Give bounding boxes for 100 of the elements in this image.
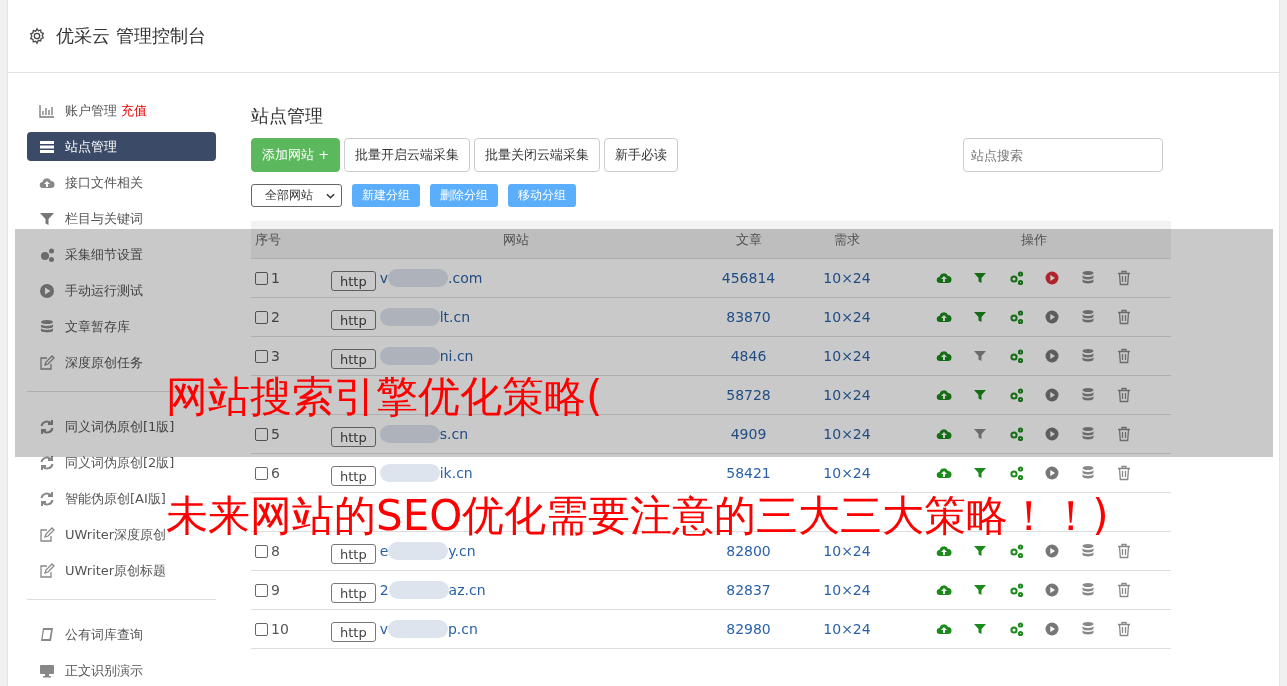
domain-link[interactable]: ik.cn bbox=[439, 465, 473, 481]
cloud-upload-icon[interactable] bbox=[936, 543, 952, 559]
filter-icon[interactable] bbox=[972, 270, 988, 286]
filter-icon[interactable] bbox=[972, 309, 988, 325]
filter-icon[interactable] bbox=[972, 426, 988, 442]
play-icon[interactable] bbox=[1044, 348, 1060, 364]
trash-icon[interactable] bbox=[1116, 582, 1132, 598]
play-icon[interactable] bbox=[1044, 465, 1060, 481]
database-icon[interactable] bbox=[1080, 309, 1096, 325]
sidebar-item[interactable]: 采集细节设置 bbox=[27, 240, 216, 269]
play-icon[interactable] bbox=[1044, 387, 1060, 403]
database-icon[interactable] bbox=[1080, 543, 1096, 559]
row-checkbox[interactable] bbox=[255, 427, 268, 441]
filter-icon[interactable] bbox=[972, 543, 988, 559]
gears-icon[interactable] bbox=[1008, 582, 1024, 598]
database-icon[interactable] bbox=[1080, 387, 1096, 403]
cloud-upload-icon[interactable] bbox=[936, 270, 952, 286]
domain-link[interactable]: lt.cn bbox=[439, 309, 471, 325]
gears-icon[interactable] bbox=[1008, 621, 1024, 637]
trash-icon[interactable] bbox=[1116, 426, 1132, 442]
trash-icon[interactable] bbox=[1116, 270, 1132, 286]
gears-icon[interactable] bbox=[1008, 543, 1024, 559]
toolbar-button[interactable]: 批量开启云端采集 bbox=[344, 138, 471, 172]
domain-link[interactable]: ni.cn bbox=[439, 348, 474, 364]
row-checkbox[interactable] bbox=[255, 622, 268, 636]
sidebar-item[interactable]: 手动运行测试 bbox=[27, 276, 216, 305]
database-icon[interactable] bbox=[1080, 270, 1096, 286]
trash-icon[interactable] bbox=[1116, 543, 1132, 559]
database-icon[interactable] bbox=[1080, 465, 1096, 481]
row-checkbox[interactable] bbox=[255, 544, 268, 558]
sidebar-item[interactable]: 文章暂存库 bbox=[27, 312, 216, 341]
play-icon[interactable] bbox=[1044, 270, 1060, 286]
gears-icon[interactable] bbox=[1008, 387, 1024, 403]
gears-icon[interactable] bbox=[1008, 348, 1024, 364]
settings-icon bbox=[28, 27, 46, 45]
domain-link[interactable]: .com bbox=[448, 270, 483, 286]
sidebar-item[interactable]: 站点管理 bbox=[27, 132, 216, 161]
database-icon[interactable] bbox=[1080, 582, 1096, 598]
domain-link[interactable]: e bbox=[379, 543, 389, 559]
cloud-upload-icon[interactable] bbox=[936, 309, 952, 325]
database-icon[interactable] bbox=[1080, 426, 1096, 442]
cloud-upload-icon[interactable] bbox=[936, 426, 952, 442]
sidebar-item[interactable]: 栏目与关键词 bbox=[27, 204, 216, 233]
row-checkbox[interactable] bbox=[255, 583, 268, 597]
demand-value: 10×24 bbox=[823, 465, 871, 481]
gears-icon[interactable] bbox=[1008, 270, 1024, 286]
filter-icon[interactable] bbox=[972, 348, 988, 364]
gears-icon[interactable] bbox=[1008, 465, 1024, 481]
play-icon[interactable] bbox=[1044, 309, 1060, 325]
row-checkbox[interactable] bbox=[255, 271, 268, 285]
gears-icon[interactable] bbox=[1008, 426, 1024, 442]
domain-link[interactable]: 2 bbox=[379, 582, 389, 598]
cloud-upload-icon[interactable] bbox=[936, 582, 952, 598]
demand-value: 10×24 bbox=[823, 309, 871, 325]
demand-value: 10×24 bbox=[823, 348, 871, 364]
trash-icon[interactable] bbox=[1116, 348, 1132, 364]
search-field[interactable]: 站点搜索 bbox=[963, 138, 1163, 172]
play-icon[interactable] bbox=[1044, 582, 1060, 598]
sidebar-item[interactable]: 接口文件相关 bbox=[27, 168, 216, 197]
filter-icon[interactable] bbox=[972, 582, 988, 598]
domain-link[interactable]: p.cn bbox=[448, 621, 478, 637]
domain-link[interactable]: y.cn bbox=[448, 543, 476, 559]
play-icon[interactable] bbox=[1044, 543, 1060, 559]
row-checkbox[interactable] bbox=[255, 466, 268, 480]
cloud-upload-icon[interactable] bbox=[936, 465, 952, 481]
trash-icon[interactable] bbox=[1116, 621, 1132, 637]
domain-link[interactable]: v bbox=[379, 270, 388, 286]
play-icon[interactable] bbox=[1044, 426, 1060, 442]
recharge-link[interactable]: 充值 bbox=[121, 101, 147, 120]
gears-icon[interactable] bbox=[1008, 309, 1024, 325]
database-icon[interactable] bbox=[1080, 348, 1096, 364]
sidebar-item[interactable]: 账户管理 充值 bbox=[27, 96, 216, 125]
trash-icon[interactable] bbox=[1116, 465, 1132, 481]
toolbar-button[interactable]: 新手必读 bbox=[604, 138, 679, 172]
database-icon[interactable] bbox=[1080, 621, 1096, 637]
article-count: 456814 bbox=[721, 270, 776, 286]
demand-value: 10×24 bbox=[823, 426, 871, 442]
toolbar-button[interactable]: 批量关闭云端采集 bbox=[474, 138, 601, 172]
play-icon[interactable] bbox=[1044, 621, 1060, 637]
sidebar-item[interactable]: 深度原创任务 bbox=[27, 348, 216, 377]
trash-icon[interactable] bbox=[1116, 309, 1132, 325]
group-select[interactable]: 全部网站 bbox=[251, 184, 342, 207]
sidebar-item[interactable]: UWriter原创标题 bbox=[27, 556, 216, 585]
sidebar-item[interactable]: 公有词库查询 bbox=[27, 620, 216, 649]
column-header: 操作 bbox=[1020, 230, 1048, 249]
sidebar-item[interactable]: 同义词伪原创[2版] bbox=[27, 448, 216, 477]
demand-value: 10×24 bbox=[823, 387, 871, 403]
trash-icon[interactable] bbox=[1116, 387, 1132, 403]
row-checkbox[interactable] bbox=[255, 310, 268, 324]
filter-icon[interactable] bbox=[972, 387, 988, 403]
filter-icon[interactable] bbox=[972, 621, 988, 637]
filter-icon[interactable] bbox=[972, 465, 988, 481]
domain-link[interactable]: az.cn bbox=[448, 582, 486, 598]
domain-link[interactable]: v bbox=[379, 621, 388, 637]
row-checkbox[interactable] bbox=[255, 349, 268, 363]
domain-link[interactable]: s.cn bbox=[439, 426, 468, 442]
sidebar-item[interactable]: 正文识别演示 bbox=[27, 656, 216, 685]
cloud-upload-icon[interactable] bbox=[936, 387, 952, 403]
cloud-upload-icon[interactable] bbox=[936, 621, 952, 637]
cloud-upload-icon[interactable] bbox=[936, 348, 952, 364]
